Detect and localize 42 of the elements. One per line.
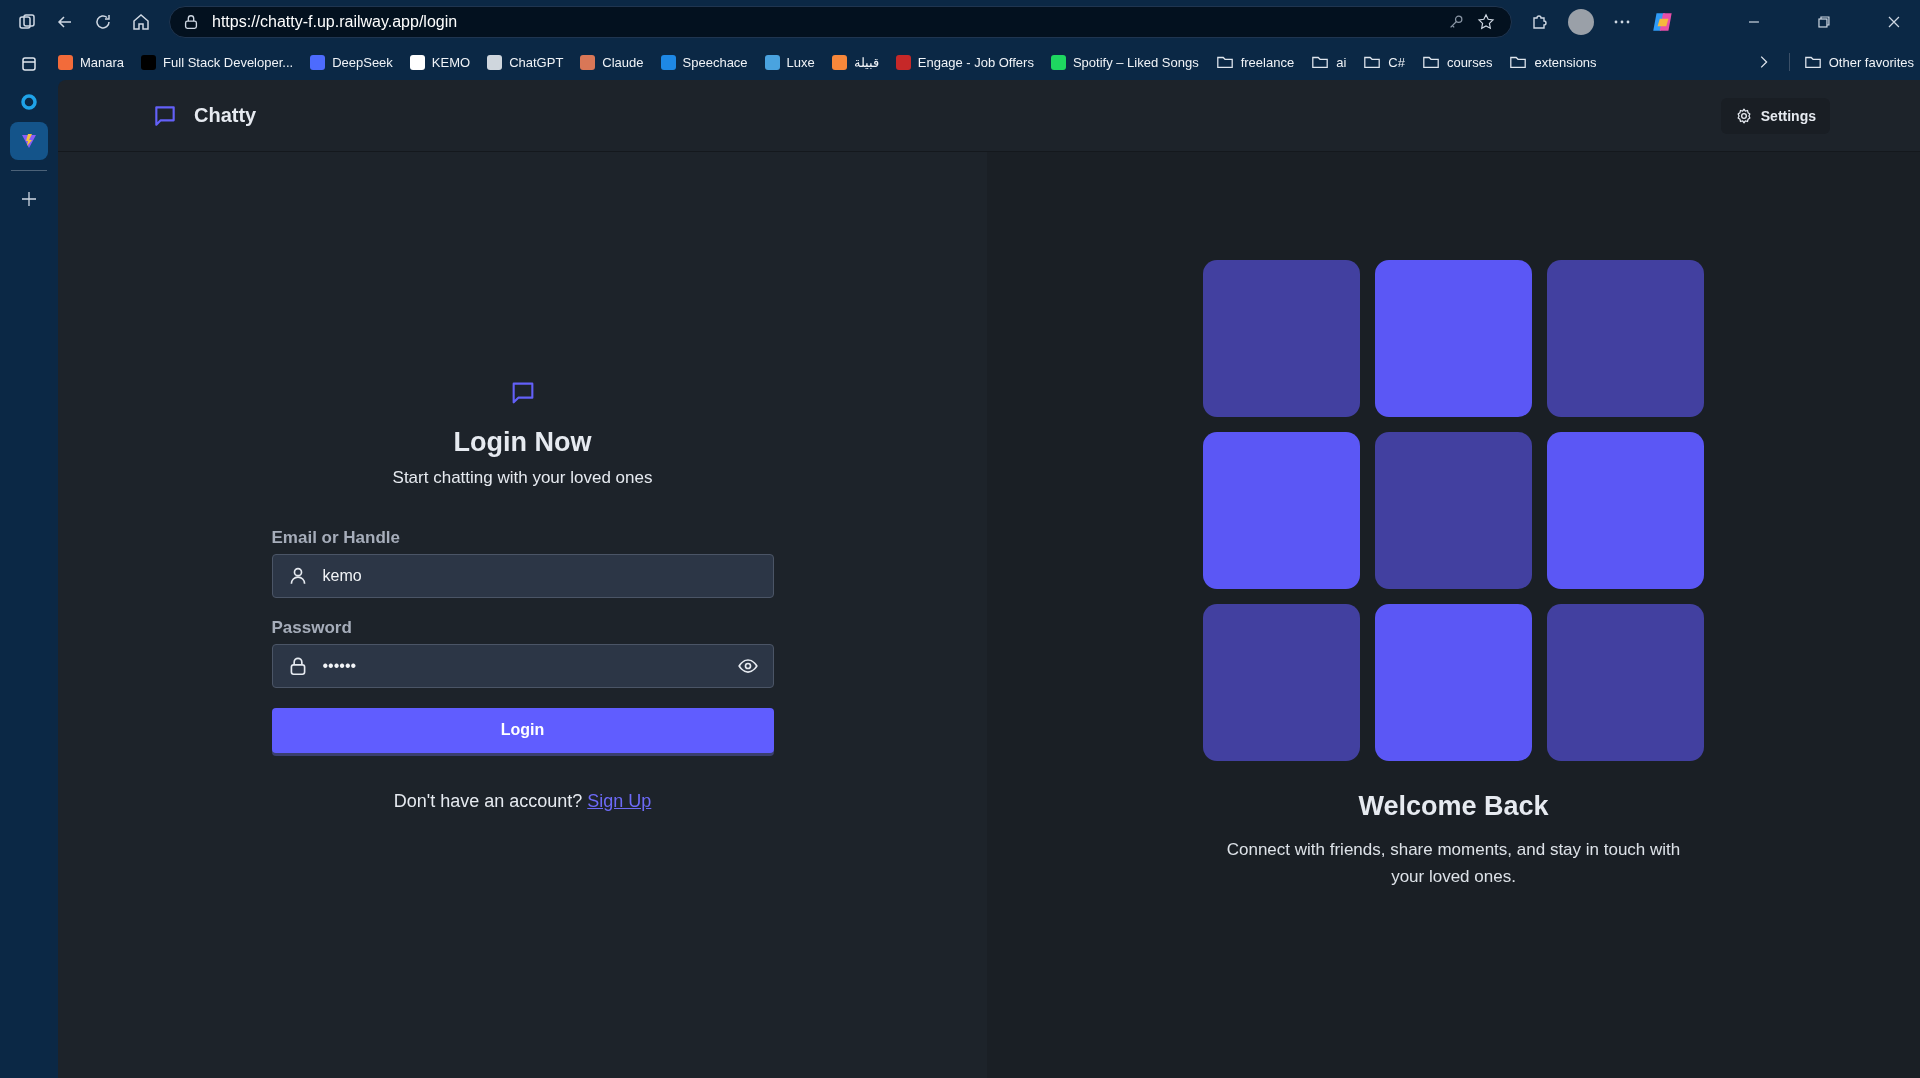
- url-text: https://chatty-f.up.railway.app/login: [212, 13, 459, 31]
- star-icon[interactable]: [1477, 13, 1496, 31]
- app-name: Chatty: [194, 104, 257, 127]
- password-field[interactable]: ••••••: [271, 643, 774, 688]
- signup-link[interactable]: Sign Up: [587, 790, 652, 811]
- bookmark[interactable]: DeepSeek: [310, 54, 393, 70]
- bookmark[interactable]: Spotify – Liked Songs: [1050, 54, 1199, 70]
- login-subtitle: Start chatting with your loved ones: [391, 467, 654, 488]
- home-icon[interactable]: [131, 12, 151, 32]
- bookmark[interactable]: قبيلة: [831, 54, 879, 70]
- welcome-heading: Welcome Back: [1358, 791, 1549, 822]
- settings-button[interactable]: Settings: [1720, 97, 1830, 134]
- active-tab[interactable]: [10, 122, 48, 160]
- bookmark[interactable]: Full Stack Developer...: [141, 54, 294, 70]
- bookmark[interactable]: Other favorites: [1788, 53, 1914, 71]
- password-label: Password: [271, 617, 353, 638]
- email-label: Email or Handle: [271, 527, 401, 548]
- bookmark[interactable]: Engage - Job Offers: [895, 54, 1034, 70]
- bookmark[interactable]: KEMO: [409, 54, 471, 70]
- new-tab-icon[interactable]: [19, 189, 39, 209]
- signup-prompt: Don't have an account?: [393, 790, 583, 811]
- workspaces-icon[interactable]: [17, 12, 37, 32]
- bookmark[interactable]: extensions: [1509, 53, 1597, 71]
- welcome-text: Connect with friends, share moments, and stay in touch with your loved ones.: [1225, 839, 1682, 888]
- address-bar[interactable]: https://chatty-f.up.railway.app/login: [169, 6, 1513, 38]
- refresh-icon[interactable]: [93, 12, 113, 32]
- bookmark[interactable]: Manara: [58, 54, 125, 70]
- ring-icon[interactable]: [19, 92, 39, 112]
- email-field[interactable]: kemo: [271, 553, 774, 598]
- bookmark[interactable]: ChatGPT: [487, 54, 564, 70]
- login-heading: Login Now: [452, 426, 593, 458]
- bookmark[interactable]: courses: [1421, 53, 1493, 71]
- bookmark[interactable]: C#: [1363, 53, 1405, 71]
- bookmark[interactable]: ai: [1311, 53, 1347, 71]
- profile-avatar[interactable]: [1568, 9, 1595, 35]
- lock-icon: [182, 13, 200, 31]
- bookmark[interactable]: Speechace: [660, 54, 748, 70]
- bookmark[interactable]: Claude: [580, 54, 644, 70]
- bookmark[interactable]: Luxe: [764, 54, 815, 70]
- login-button[interactable]: Login: [271, 707, 774, 753]
- bookmark[interactable]: freelance: [1215, 53, 1295, 71]
- tab-actions-icon[interactable]: [19, 54, 39, 74]
